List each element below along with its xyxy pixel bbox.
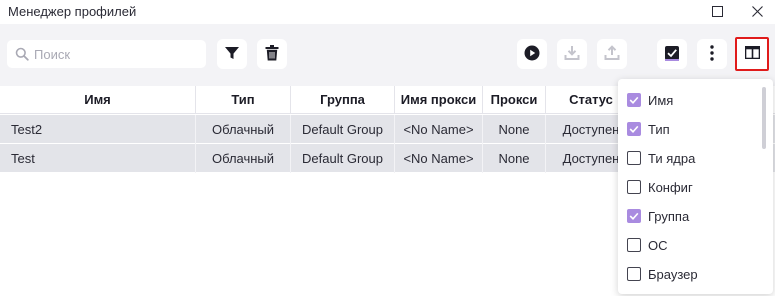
window-title: Менеджер профилей: [8, 4, 137, 19]
column-visibility-menu: Имя Тип Ти ядра Конфиг Группа ОС Браузер: [618, 79, 773, 294]
menu-scrollbar[interactable]: [762, 87, 766, 149]
column-header-name[interactable]: Имя: [0, 86, 196, 114]
more-button[interactable]: [697, 39, 727, 69]
checkbox-icon: [664, 45, 680, 64]
menu-item-core-type[interactable]: Ти ядра: [618, 144, 758, 173]
search-icon: [15, 47, 29, 64]
columns-icon: [744, 45, 760, 62]
checkbox-checked-icon[interactable]: [627, 209, 641, 223]
menu-item-config[interactable]: Конфиг: [618, 173, 758, 202]
menu-item-name[interactable]: Имя: [618, 86, 758, 115]
search-box[interactable]: [7, 40, 206, 68]
more-vertical-icon: [710, 44, 714, 64]
cell-group: Default Group: [291, 115, 395, 144]
menu-item-browser[interactable]: Браузер: [618, 260, 758, 289]
search-input[interactable]: [34, 44, 194, 64]
trash-icon: [265, 44, 279, 64]
checkbox-checked-icon[interactable]: [627, 93, 641, 107]
column-header-proxy-name[interactable]: Имя прокси: [395, 86, 483, 114]
cell-type: Облачный: [196, 144, 291, 173]
checkbox-unchecked-icon[interactable]: [627, 238, 641, 252]
menu-item-label: Ти ядра: [648, 151, 696, 166]
export-button[interactable]: [597, 39, 627, 69]
download-icon: [564, 45, 580, 64]
close-button[interactable]: [737, 0, 775, 24]
menu-item-label: Конфиг: [648, 180, 693, 195]
column-header-type[interactable]: Тип: [196, 86, 291, 114]
play-icon: [524, 45, 540, 64]
cell-proxy-name: <No Name>: [395, 115, 483, 144]
cell-proxy: None: [483, 144, 546, 173]
checkbox-unchecked-icon[interactable]: [627, 151, 641, 165]
column-header-group[interactable]: Группа: [291, 86, 395, 114]
import-button[interactable]: [557, 39, 587, 69]
square-icon: [711, 5, 723, 20]
menu-item-label: ОС: [648, 238, 668, 253]
menu-item-label: Имя: [648, 93, 674, 108]
checkbox-checked-icon[interactable]: [627, 122, 641, 136]
filter-icon: [224, 45, 240, 64]
menu-item-type[interactable]: Тип: [618, 115, 758, 144]
menu-item-group[interactable]: Группа: [618, 202, 758, 231]
columns-button[interactable]: [735, 37, 769, 71]
checkbox-unchecked-icon[interactable]: [627, 180, 641, 194]
maximize-button[interactable]: [697, 0, 737, 24]
menu-item-label: Тип: [648, 122, 670, 137]
toolbar: [0, 24, 775, 86]
cell-name: Test2: [0, 115, 196, 144]
delete-button[interactable]: [257, 39, 287, 69]
cell-proxy: None: [483, 115, 546, 144]
menu-item-label: Группа: [648, 209, 690, 224]
select-button[interactable]: [657, 39, 687, 69]
cell-type: Облачный: [196, 115, 291, 144]
cell-proxy-name: <No Name>: [395, 144, 483, 173]
checkbox-unchecked-icon[interactable]: [627, 267, 641, 281]
menu-item-label: Браузер: [648, 267, 698, 282]
start-button[interactable]: [517, 39, 547, 69]
menu-item-os[interactable]: ОС: [618, 231, 758, 260]
column-header-proxy[interactable]: Прокси: [483, 86, 546, 114]
title-bar: Менеджер профилей: [0, 0, 775, 24]
cell-name: Test: [0, 144, 196, 173]
filter-button[interactable]: [217, 39, 247, 69]
upload-icon: [604, 44, 620, 64]
cell-group: Default Group: [291, 144, 395, 173]
close-icon: [751, 5, 763, 20]
